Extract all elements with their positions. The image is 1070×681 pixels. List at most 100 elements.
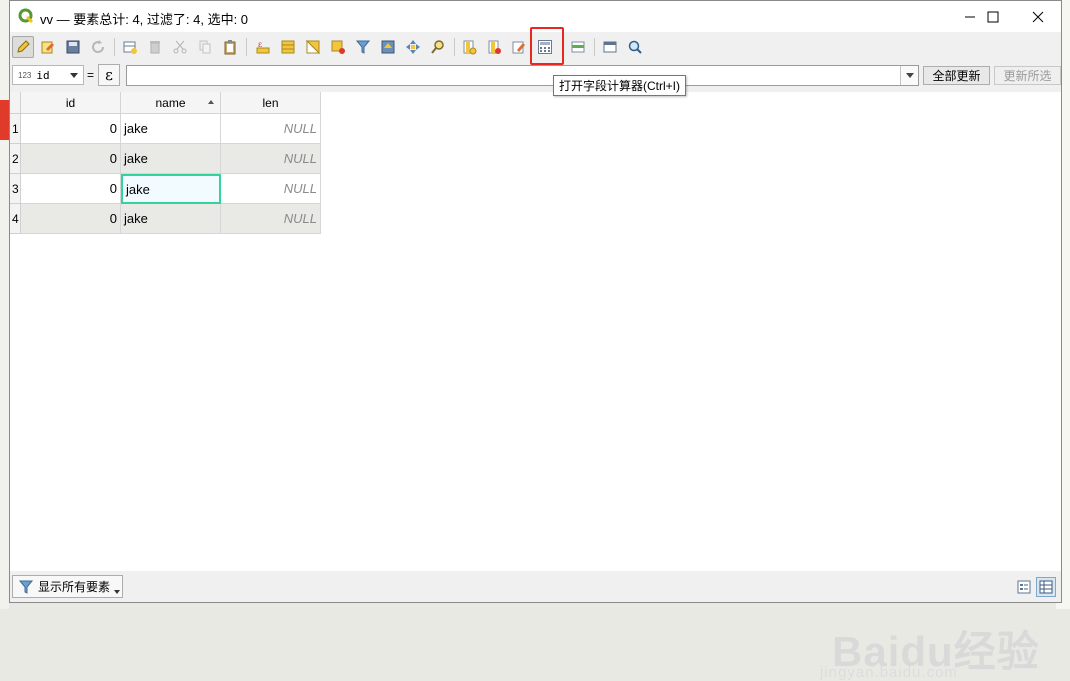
toolbar-separator [594, 38, 595, 56]
organize-columns-button[interactable] [624, 36, 646, 58]
table-cell-id[interactable]: 0 [21, 204, 121, 234]
magnifier-icon [431, 40, 444, 54]
copy-icon [199, 40, 211, 54]
expression-builder-button[interactable]: ε [98, 64, 120, 86]
table-corner[interactable] [10, 92, 21, 114]
expression-input-box [126, 65, 919, 86]
table-view-icon [1039, 580, 1053, 594]
attribute-table-grid: id name len 1 0 jake NULL 2 0 jake NULL … [10, 92, 1061, 681]
multi-edit-button[interactable] [37, 36, 59, 58]
row-header[interactable]: 1 [10, 114, 21, 144]
chevron-down-icon [114, 590, 120, 594]
pan-to-selection-button[interactable] [402, 36, 424, 58]
scissors-icon [173, 40, 187, 54]
row-header[interactable]: 2 [10, 144, 21, 174]
save-edits-button[interactable] [62, 36, 84, 58]
background-window-edge [0, 0, 9, 609]
pencil-icon [17, 40, 30, 53]
deselect-all-button[interactable] [327, 36, 349, 58]
form-view-button[interactable] [1014, 577, 1034, 597]
field-update-bar: 123 id = ε 全部更新 更新所选 [10, 63, 1061, 89]
expression-history-dropdown[interactable] [900, 66, 918, 85]
dock-table-button[interactable] [599, 36, 621, 58]
pan-arrows-icon [406, 40, 420, 54]
toggle-editing-button[interactable] [12, 36, 34, 58]
attribute-actions-button[interactable] [567, 36, 589, 58]
toolbar-tooltip: 打开字段计算器(Ctrl+I) [553, 75, 686, 96]
chevron-down-icon [905, 73, 914, 78]
row-header[interactable]: 3 [10, 174, 21, 204]
zoom-to-selection-button[interactable] [427, 36, 449, 58]
table-cell-id[interactable]: 0 [21, 144, 121, 174]
actions-table-icon [571, 41, 585, 53]
table-cell-name[interactable]: jake [121, 144, 221, 174]
bottom-bar: 显示所有要素 [10, 572, 1061, 602]
invert-selection-icon [305, 39, 321, 55]
edit-table-icon [512, 41, 525, 54]
conditional-formatting-button[interactable] [508, 36, 530, 58]
column-header-label: name [155, 95, 186, 110]
equals-label: = [87, 68, 95, 82]
background-red-tab [0, 100, 9, 140]
select-all-icon [281, 40, 295, 54]
delete-column-icon [488, 40, 501, 54]
select-all-button[interactable] [277, 36, 299, 58]
column-header-len[interactable]: len [221, 92, 321, 114]
close-icon [1032, 11, 1044, 22]
column-header-name[interactable]: name [121, 92, 221, 114]
maximize-icon [987, 11, 999, 22]
table-cell-len[interactable]: NULL [221, 114, 321, 144]
toolbar-separator [454, 38, 455, 56]
column-header-id[interactable]: id [21, 92, 121, 114]
delete-field-button[interactable] [483, 36, 505, 58]
table-cell-len[interactable]: NULL [221, 204, 321, 234]
update-all-button[interactable]: 全部更新 [923, 66, 990, 85]
table-view-button[interactable] [1036, 577, 1056, 597]
row-header[interactable]: 4 [10, 204, 21, 234]
expression-input[interactable] [127, 66, 901, 85]
table-cell-name[interactable]: jake [121, 204, 221, 234]
clipboard-icon [224, 40, 236, 55]
expression-select-icon: ε [256, 40, 270, 54]
paste-button[interactable] [219, 36, 241, 58]
attribute-table-window: vv — 要素总计: 4, 过滤了: 4, 选中: 0 ε 123 id = ε… [9, 0, 1062, 681]
filter-features-label: 显示所有要素 [38, 580, 111, 594]
filter-features-button[interactable]: 显示所有要素 [12, 575, 123, 598]
watermark-brand: Baidu经验 [832, 628, 1040, 675]
add-feature-button[interactable] [119, 36, 141, 58]
cut-button[interactable] [169, 36, 191, 58]
dock-window-icon [603, 41, 617, 53]
save-icon [66, 40, 80, 54]
watermark-url: jingyan.baidu.com [820, 664, 958, 681]
table-cell-name[interactable]: jake [121, 114, 221, 144]
table-cell-id[interactable]: 0 [21, 114, 121, 144]
select-by-expression-button[interactable]: ε [252, 36, 274, 58]
toolbar-separator [246, 38, 247, 56]
table-cell-name-focused[interactable]: jake [121, 174, 221, 204]
move-selection-to-top-button[interactable] [377, 36, 399, 58]
window-title: vv — 要素总计: 4, 过滤了: 4, 选中: 0 [40, 12, 249, 27]
svg-text:ε: ε [258, 40, 262, 49]
reload-button[interactable] [87, 36, 109, 58]
table-cell-len[interactable]: NULL [221, 174, 321, 204]
qgis-logo-icon [18, 8, 34, 24]
deselect-icon [331, 40, 345, 54]
new-field-button[interactable] [458, 36, 480, 58]
multi-edit-icon [41, 41, 54, 54]
filter-select-button[interactable] [352, 36, 374, 58]
field-name: id [36, 68, 50, 82]
update-selected-button[interactable]: 更新所选 [994, 66, 1061, 85]
annotation-highlight-box [530, 27, 564, 65]
maximize-button[interactable] [970, 1, 1016, 32]
move-to-top-icon [381, 40, 395, 54]
field-selector[interactable]: 123 id [12, 65, 84, 85]
close-button[interactable] [1015, 1, 1061, 32]
add-row-icon [123, 41, 137, 54]
table-cell-len[interactable]: NULL [221, 144, 321, 174]
copy-button[interactable] [194, 36, 216, 58]
invert-selection-button[interactable] [302, 36, 324, 58]
delete-features-button[interactable] [144, 36, 166, 58]
table-cell-id[interactable]: 0 [21, 174, 121, 204]
search-icon [628, 40, 642, 54]
field-type-badge: 123 [18, 70, 32, 80]
